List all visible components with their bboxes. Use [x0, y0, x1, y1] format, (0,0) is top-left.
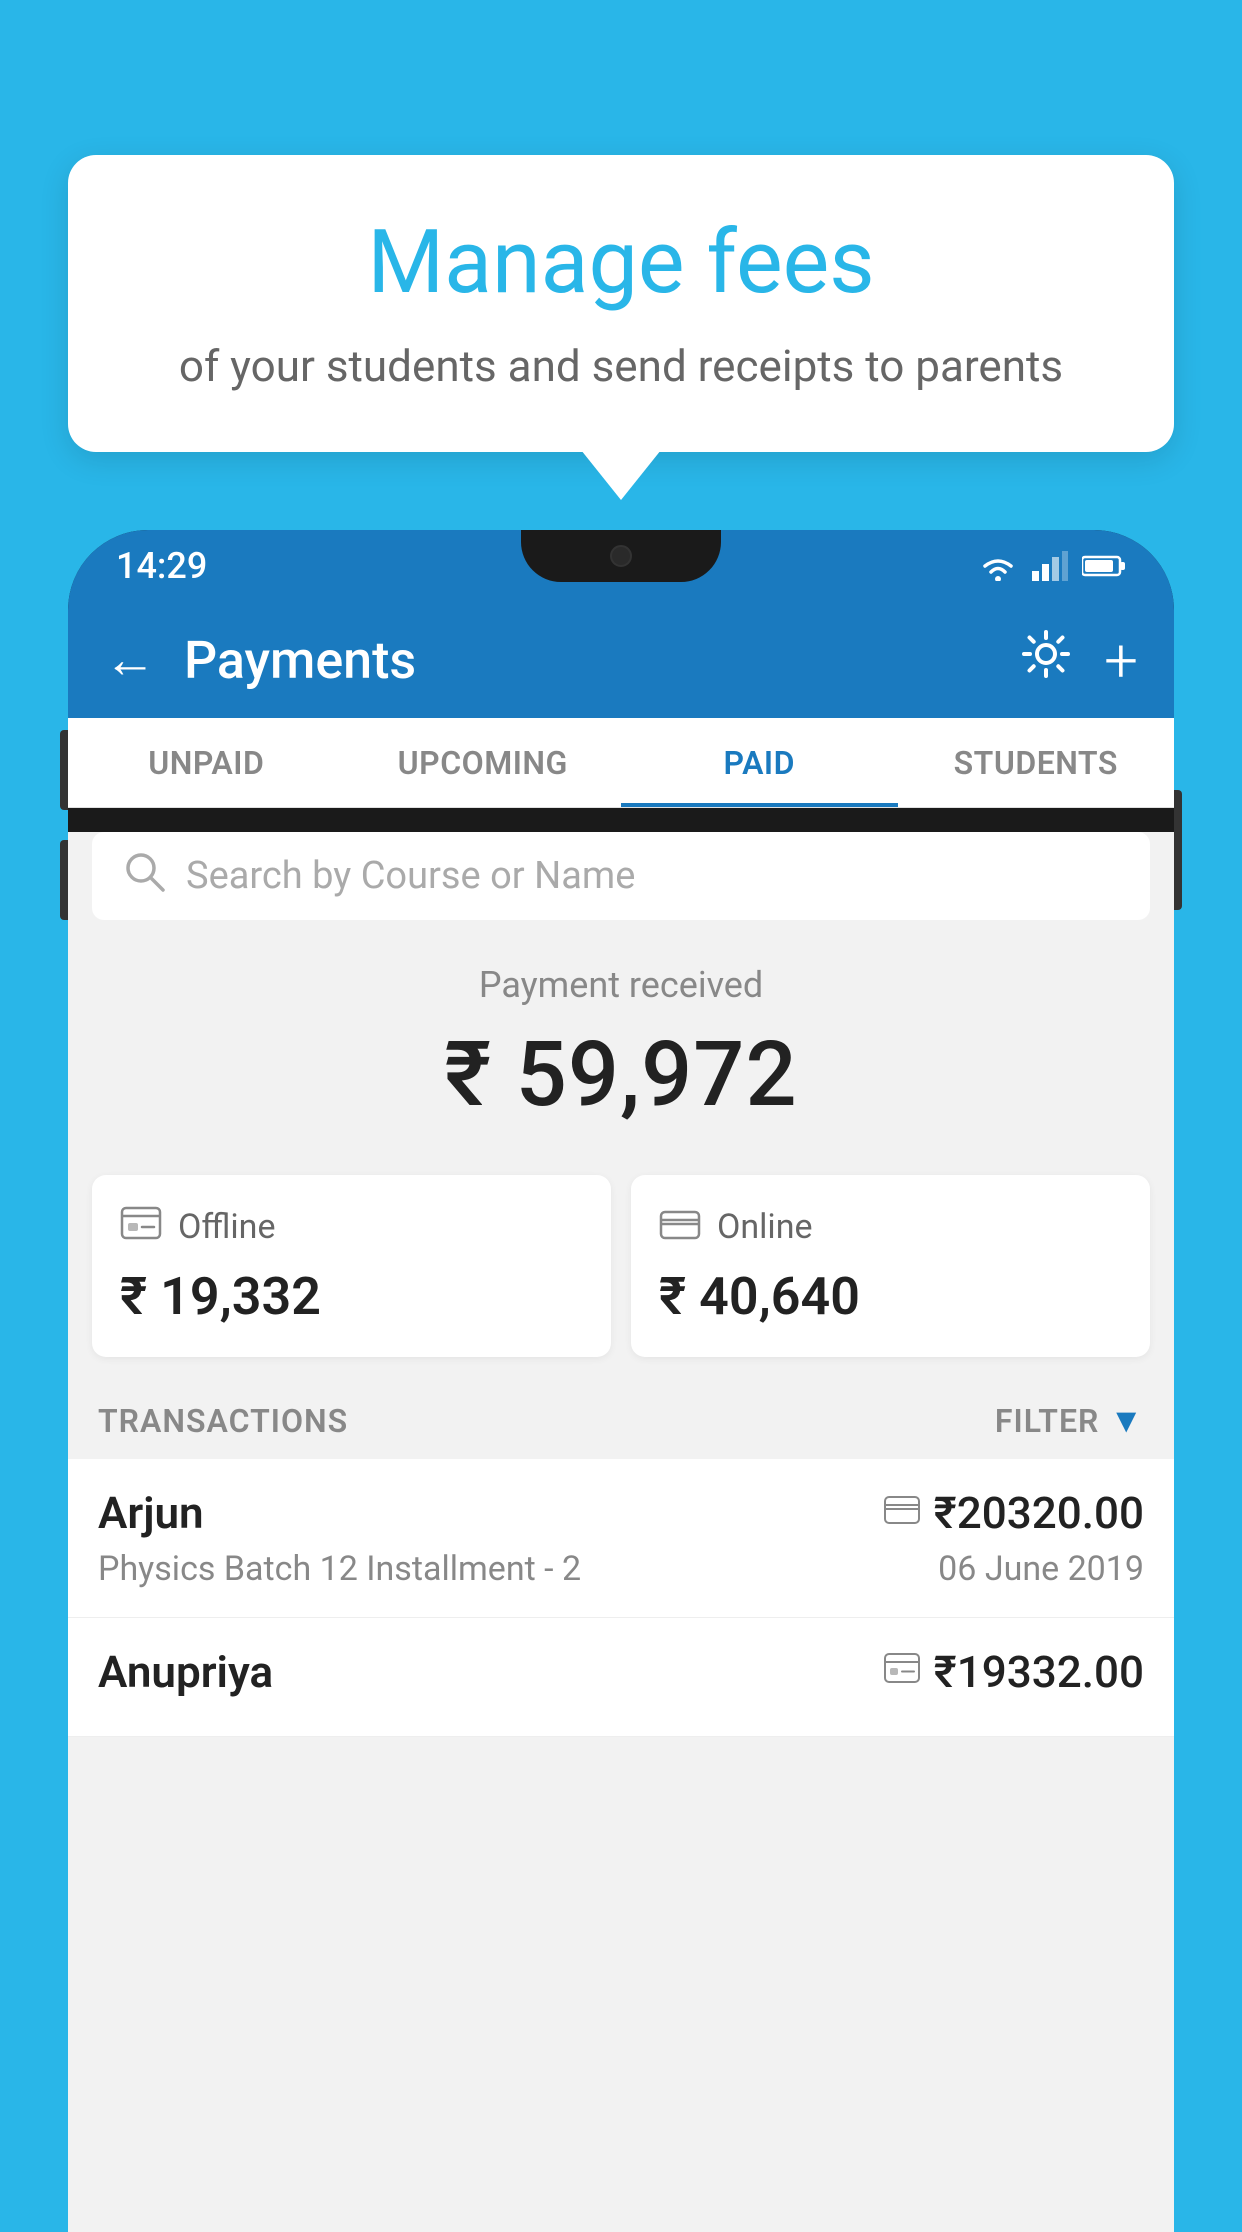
- transaction-row-bottom-arjun: Physics Batch 12 Installment - 2 06 June…: [98, 1549, 1144, 1589]
- online-amount: ₹ 40,640: [659, 1266, 1122, 1327]
- transaction-amount: ₹20320.00: [934, 1487, 1144, 1539]
- header-icons: +: [1020, 625, 1138, 696]
- payment-received-amount: ₹ 59,972: [68, 1022, 1174, 1127]
- online-label: Online: [717, 1207, 813, 1247]
- battery-icon: [1082, 553, 1126, 579]
- phone-mockup: 14:29: [68, 530, 1174, 2208]
- transaction-row-anupriya: Anupriya ₹19332.00: [68, 1618, 1174, 1737]
- search-input[interactable]: Search by Course or Name: [186, 854, 1120, 898]
- status-icons: [978, 551, 1126, 581]
- offline-label: Offline: [178, 1207, 275, 1247]
- transactions-header: TRANSACTIONS FILTER ▼: [68, 1377, 1174, 1459]
- signal-icon: [1032, 551, 1068, 581]
- wifi-icon: [978, 551, 1018, 581]
- transaction-name-anupriya: Anupriya: [98, 1646, 273, 1698]
- offline-payment-icon: [884, 1652, 920, 1692]
- phone-frame: 14:29: [68, 530, 1174, 2232]
- search-icon: [122, 849, 166, 904]
- payment-received-section: Payment received ₹ 59,972: [68, 932, 1174, 1155]
- offline-icon: [120, 1203, 162, 1250]
- content-area: Search by Course or Name Payment receive…: [68, 832, 1174, 2232]
- speech-bubble-title: Manage fees: [123, 215, 1119, 312]
- online-icon: [659, 1203, 701, 1250]
- add-icon[interactable]: +: [1104, 625, 1138, 696]
- tab-unpaid[interactable]: UNPAID: [68, 718, 345, 807]
- transaction-row-top-arjun: Arjun ₹20320.00: [98, 1487, 1144, 1539]
- header-title: Payments: [184, 630, 992, 691]
- transaction-name: Arjun: [98, 1487, 204, 1539]
- tab-bar: UNPAID UPCOMING PAID STUDENTS: [68, 718, 1174, 808]
- offline-amount: ₹ 19,332: [120, 1266, 583, 1327]
- transaction-row: Arjun ₹20320.00 Physics Batch 1: [68, 1459, 1174, 1618]
- tab-upcoming[interactable]: UPCOMING: [345, 718, 622, 807]
- transaction-amount-wrap-anupriya: ₹19332.00: [884, 1646, 1144, 1698]
- transaction-amount-wrap: ₹20320.00: [884, 1487, 1144, 1539]
- tab-paid[interactable]: PAID: [621, 718, 898, 807]
- transaction-amount-anupriya: ₹19332.00: [934, 1646, 1144, 1698]
- speech-bubble-subtitle: of your students and send receipts to pa…: [123, 336, 1119, 398]
- online-payment-icon: [884, 1493, 920, 1533]
- filter-text: FILTER: [995, 1402, 1099, 1440]
- search-bar[interactable]: Search by Course or Name: [92, 832, 1150, 920]
- speech-bubble-card: Manage fees of your students and send re…: [68, 155, 1174, 452]
- transaction-row-top-anupriya: Anupriya ₹19332.00: [98, 1646, 1144, 1698]
- app-header: ← Payments +: [68, 602, 1174, 718]
- offline-payment-card: Offline ₹ 19,332: [92, 1175, 611, 1357]
- transaction-course: Physics Batch 12 Installment - 2: [98, 1549, 581, 1589]
- back-button[interactable]: ←: [104, 634, 156, 686]
- online-payment-card: Online ₹ 40,640: [631, 1175, 1150, 1357]
- front-camera: [610, 545, 632, 567]
- payment-cards: Offline ₹ 19,332 Onlin: [92, 1175, 1150, 1357]
- payment-received-label: Payment received: [68, 964, 1174, 1006]
- transaction-date: 06 June 2019: [938, 1549, 1144, 1589]
- transactions-label: TRANSACTIONS: [98, 1402, 348, 1440]
- status-time: 14:29: [116, 545, 207, 587]
- filter-icon: ▼: [1109, 1401, 1144, 1441]
- online-card-header: Online: [659, 1203, 1122, 1250]
- offline-card-header: Offline: [120, 1203, 583, 1250]
- settings-icon[interactable]: [1020, 628, 1072, 693]
- filter-button[interactable]: FILTER ▼: [995, 1401, 1144, 1441]
- phone-notch: [521, 530, 721, 582]
- tab-students[interactable]: STUDENTS: [898, 718, 1175, 807]
